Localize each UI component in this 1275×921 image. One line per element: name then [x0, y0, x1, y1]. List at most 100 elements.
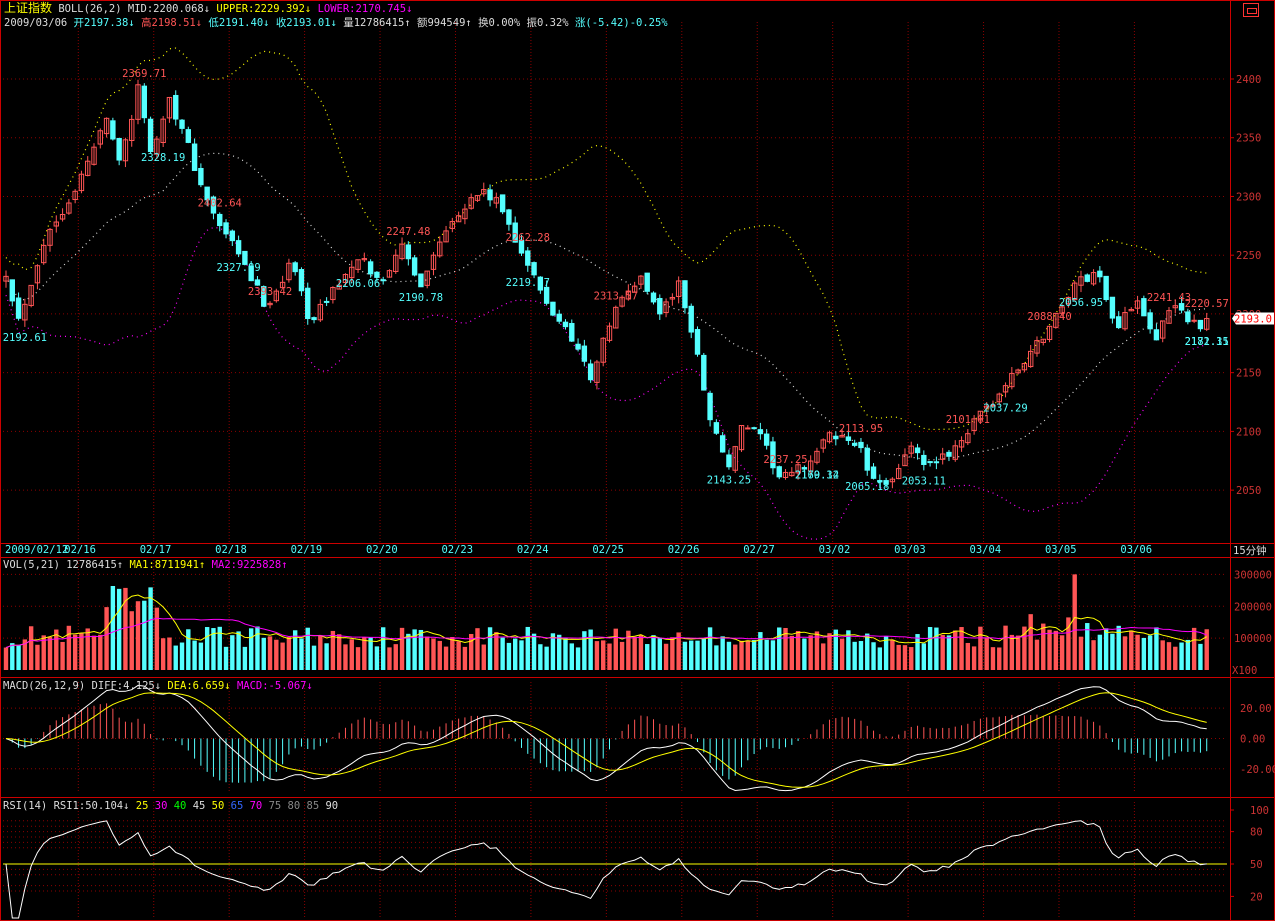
low-label: 2190.78	[399, 292, 443, 304]
x-tick-label: 02/27	[743, 544, 775, 556]
volume-bar	[833, 629, 839, 670]
volume-bar	[1078, 636, 1084, 670]
x-tick-label: 02/24	[517, 544, 549, 556]
x-tick-label: 02/20	[366, 544, 398, 556]
volume-bar	[971, 646, 977, 670]
volume-bar	[953, 630, 958, 670]
volume-bar	[355, 647, 361, 670]
volume-bar	[500, 637, 505, 670]
rsi-level-85: 85	[306, 800, 326, 812]
vol-unit-label: X100	[1232, 665, 1257, 677]
volume-bar	[230, 635, 235, 670]
volume-bar	[1003, 625, 1008, 670]
candle	[198, 167, 204, 186]
quote-volume: 量12786415	[343, 17, 405, 29]
candle	[1116, 316, 1122, 329]
volume-bar	[1179, 642, 1184, 670]
x-tick-label: 03/02	[819, 544, 851, 556]
volume-bar	[720, 636, 725, 670]
timeframe-label[interactable]: 15分钟	[1233, 545, 1267, 558]
restore-window-icon[interactable]	[1243, 3, 1259, 17]
candle	[933, 461, 940, 464]
candle	[1103, 275, 1109, 301]
candle	[298, 269, 305, 292]
rsi-y-label: 100	[1250, 805, 1269, 817]
candle	[745, 427, 751, 430]
volume-bar	[154, 607, 160, 670]
candle	[179, 119, 185, 129]
volume-bar	[406, 633, 411, 670]
volume-bar	[236, 631, 241, 670]
volume-bar	[582, 631, 587, 670]
low-label: 2065.18	[845, 481, 889, 493]
low-label: 2219.87	[506, 277, 550, 289]
x-tick-label: 02/17	[140, 544, 172, 556]
high-label: 2088.40	[1027, 311, 1071, 323]
volume-bar	[538, 644, 543, 670]
x-tick-label: 03/05	[1045, 544, 1077, 556]
volume-bar	[267, 636, 273, 670]
high-label: 2113.95	[839, 423, 883, 435]
volume-bar	[362, 637, 367, 670]
quote-low: 低2191.40	[208, 17, 264, 29]
volume-bar	[1173, 646, 1178, 670]
volume-bar	[689, 640, 694, 670]
candle	[254, 279, 261, 286]
x-tick-label: 03/04	[970, 544, 1002, 556]
candle	[845, 436, 852, 441]
candle	[229, 230, 236, 242]
candle	[1153, 329, 1160, 341]
x-tick-label: 03/03	[894, 544, 926, 556]
index-name[interactable]: 上证指数	[4, 1, 52, 15]
volume-bar	[1047, 629, 1052, 670]
macd-value: MACD:-5.067	[236, 680, 307, 692]
rsi-level-25: 25	[135, 800, 155, 812]
volume-bar	[261, 637, 266, 670]
volume-bar	[1122, 636, 1128, 670]
volume-bar	[921, 643, 927, 670]
volume-bar	[613, 628, 618, 670]
candle	[147, 118, 154, 153]
stock-chart[interactable]: 2009/02/1202/16 02/17 02/18 02/19 02/20 02/23…	[0, 0, 1275, 921]
candle	[185, 129, 192, 143]
volume-bar	[1160, 640, 1165, 670]
volume-bar	[135, 601, 141, 670]
candle	[858, 441, 864, 449]
candle	[531, 262, 537, 276]
volume-bar	[890, 639, 895, 670]
macd-y-label: -20.00	[1240, 764, 1275, 776]
volume-bar	[450, 637, 455, 670]
volume-bar	[588, 629, 593, 670]
volume-bar	[607, 643, 612, 670]
volume-bar	[192, 640, 197, 670]
volume-bar	[1009, 634, 1015, 670]
candle	[707, 392, 713, 421]
candle	[141, 85, 148, 119]
candle	[411, 257, 418, 276]
candle	[311, 317, 317, 321]
low-label: 2328.19	[141, 152, 185, 164]
rsi-value: RSI1:50.104	[53, 800, 124, 812]
volume-bar	[1072, 574, 1077, 670]
volume-bar	[481, 644, 486, 670]
volume-bar	[186, 629, 191, 670]
rsi-levels: 25 30 40 45 50 65 70 75 80 85 90	[136, 800, 345, 812]
candle	[110, 120, 116, 140]
volume-bar	[374, 646, 380, 670]
vol-label: VOL(5,21)	[3, 559, 60, 571]
volume-bar	[770, 640, 776, 670]
candle	[556, 313, 562, 322]
candle	[173, 94, 179, 120]
volume-bar	[550, 633, 556, 670]
volume-bar	[827, 633, 832, 670]
volume-bar	[990, 647, 996, 670]
volume-bar	[531, 633, 537, 670]
volume-bar	[1166, 642, 1172, 670]
volume-bar	[789, 635, 795, 670]
volume-bar	[98, 634, 103, 670]
volume-bar	[657, 637, 662, 670]
last-price-value: 2193.0	[1234, 314, 1272, 326]
candle	[575, 343, 581, 350]
candle	[851, 442, 858, 446]
candle	[581, 345, 588, 362]
